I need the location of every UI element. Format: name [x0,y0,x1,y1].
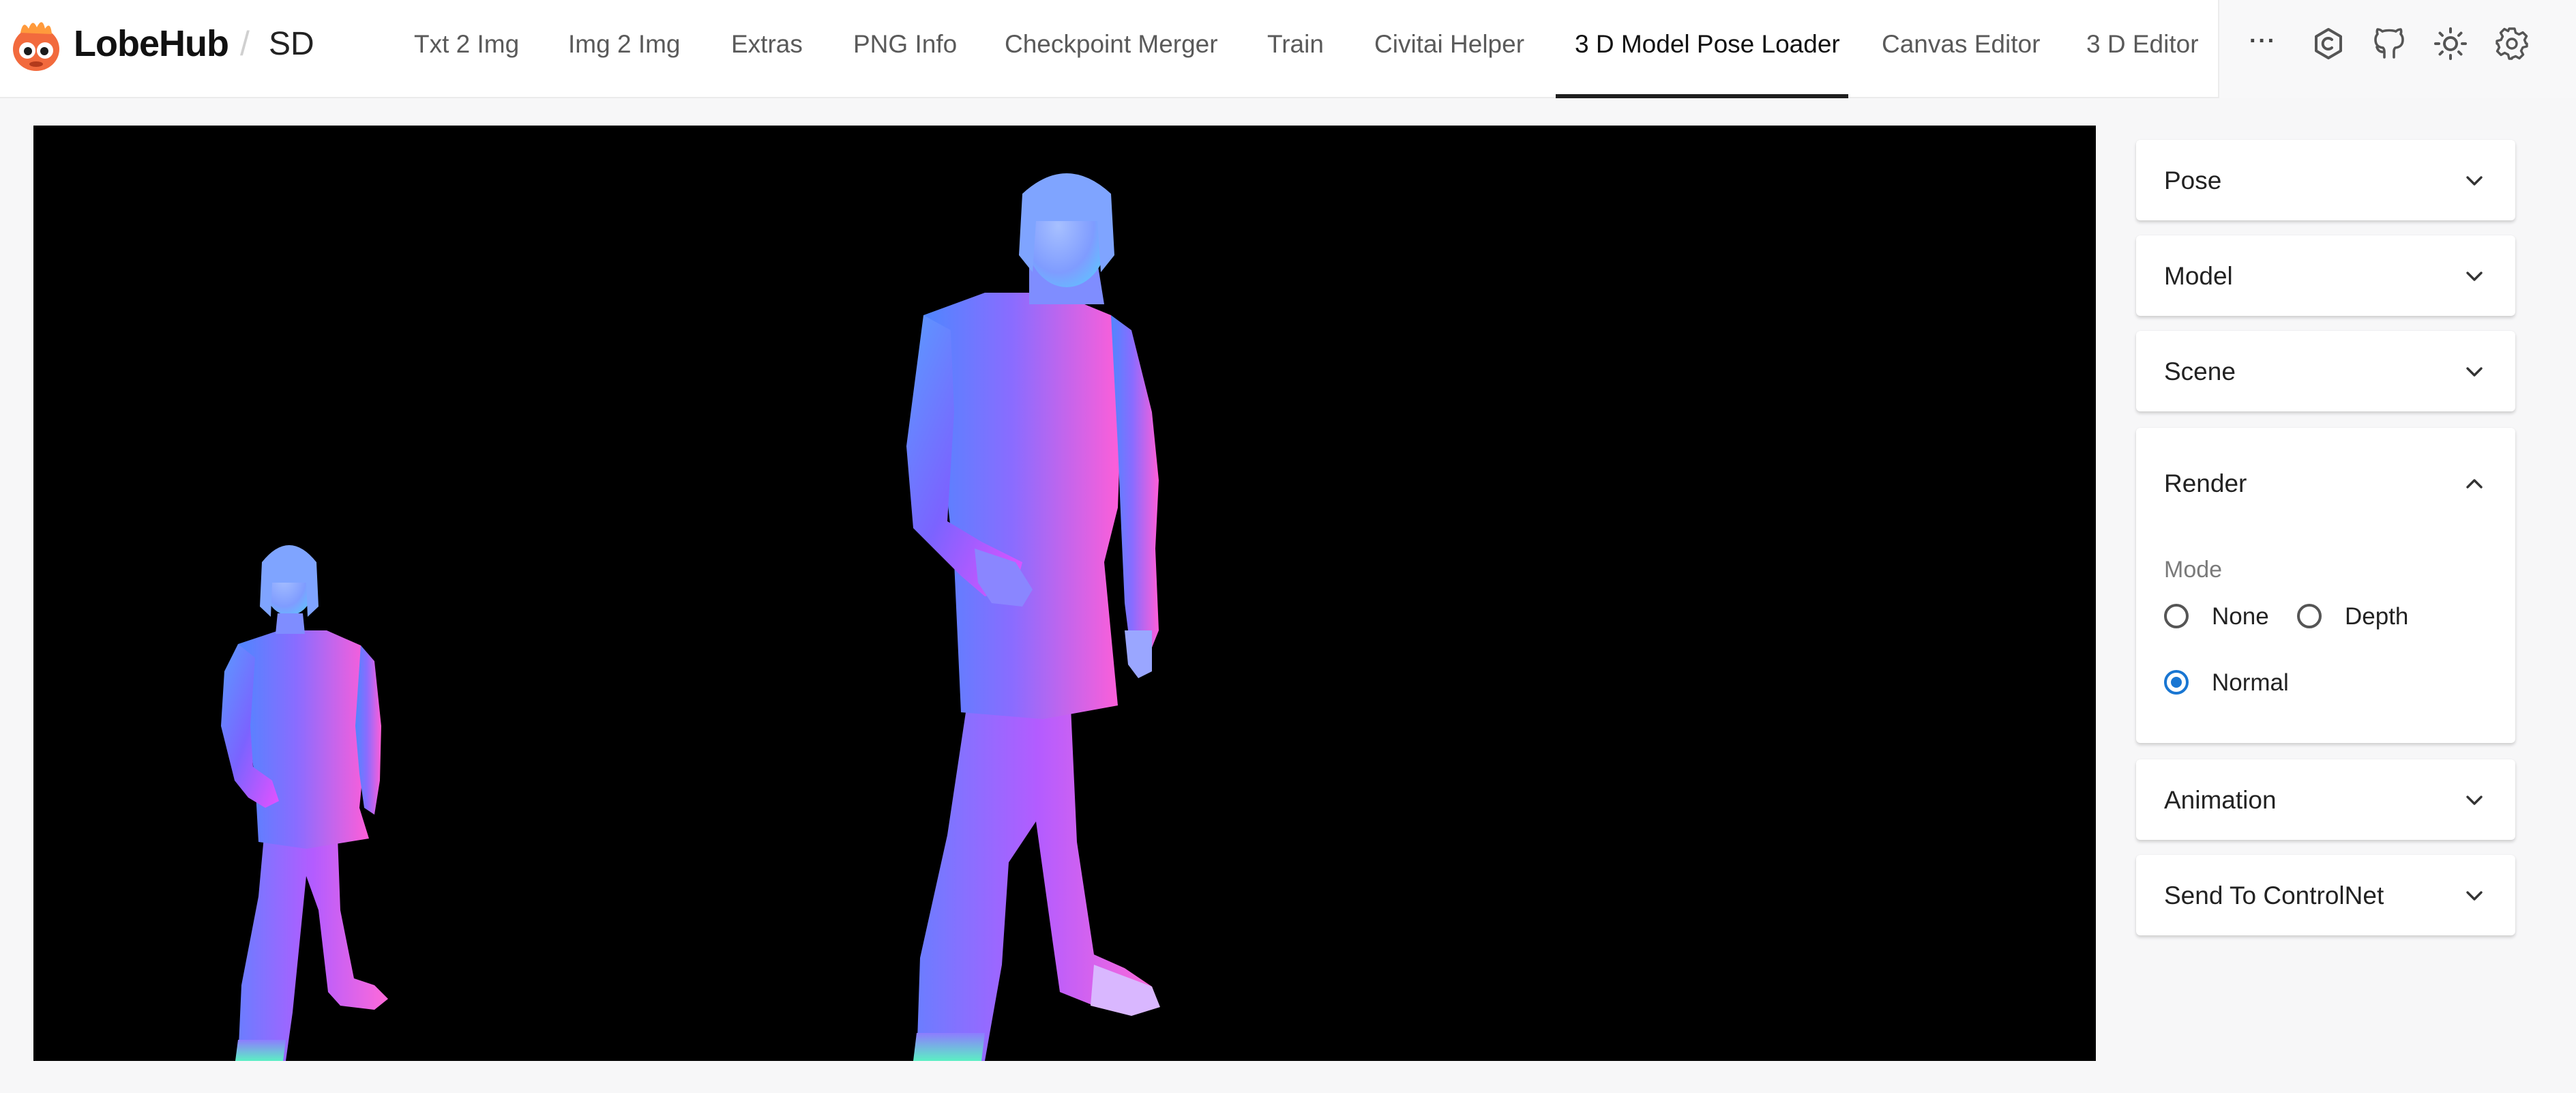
more-tabs-button[interactable]: ··· [2242,20,2283,61]
radio-mode-none[interactable]: None [2164,597,2287,638]
animation-panel: Animation [2136,759,2515,840]
tab-checkpoint-merger[interactable]: Checkpoint Merger [1005,0,1218,98]
radio-circle-checked[interactable] [2164,670,2189,695]
tab-canvas-editor[interactable]: Canvas Editor [1882,0,2040,98]
render-panel-title: Render [2164,469,2247,497]
scene-panel: Scene [2136,331,2515,411]
brand-subtitle: SD [269,26,314,62]
active-tab-indicator [1556,94,1848,98]
model-panel-title: Model [2164,262,2233,290]
scene-panel-title: Scene [2164,358,2236,385]
radio-label: Normal [2212,669,2289,696]
tab-civitai-helper[interactable]: Civitai Helper [1374,0,1524,98]
pose-panel: Pose [2136,140,2515,220]
send-to-controlnet-panel: Send To ControlNet [2136,855,2515,935]
settings-gear-icon[interactable] [2494,26,2530,61]
radio-circle[interactable] [2164,604,2189,628]
radio-label: None [2212,603,2269,630]
animation-panel-header[interactable]: Animation [2136,759,2515,841]
chevron-down-icon [2463,170,2485,192]
tab-png-info[interactable]: PNG Info [853,0,957,98]
radio-label: Depth [2345,603,2409,630]
tab-train[interactable]: Train [1267,0,1324,98]
chevron-down-icon [2463,265,2485,287]
openai-hexagon-icon[interactable] [2311,26,2346,61]
render-panel: Render Mode None Depth Normal [2136,428,2515,743]
top-bar: LobeHub / SD Txt 2 Img Img 2 Img Extras … [0,0,2576,98]
small-character-model[interactable] [221,545,388,1061]
chevron-down-icon [2463,885,2485,907]
animation-panel-title: Animation [2164,786,2277,814]
brand-separator: / [240,25,250,63]
tab-3d-model-pose-loader[interactable]: 3 D Model Pose Loader [1575,0,1840,98]
tab-txt2img[interactable]: Txt 2 Img [414,0,519,98]
brand-name[interactable]: LobeHub [74,19,229,68]
chevron-up-icon [2463,473,2485,495]
send-to-controlnet-title: Send To ControlNet [2164,881,2384,909]
model-panel-header[interactable]: Model [2136,235,2515,317]
radio-circle[interactable] [2297,604,2322,628]
radio-mode-normal[interactable]: Normal [2164,663,2314,704]
lobehub-logo-icon[interactable] [8,15,64,74]
send-to-controlnet-header[interactable]: Send To ControlNet [2136,855,2515,937]
render-panel-header[interactable]: Render [2136,443,2515,525]
chevron-down-icon [2463,789,2485,811]
pose-panel-title: Pose [2164,166,2222,194]
radio-mode-depth[interactable]: Depth [2297,597,2433,638]
tab-extras[interactable]: Extras [731,0,803,98]
3d-viewport-canvas[interactable] [33,126,2096,1061]
theme-sun-icon[interactable] [2433,26,2468,61]
scene-panel-header[interactable]: Scene [2136,331,2515,413]
github-icon[interactable] [2371,26,2407,61]
chevron-down-icon [2463,361,2485,383]
model-panel: Model [2136,235,2515,316]
tab-3d-editor[interactable]: 3 D Editor [2086,0,2199,98]
tab-img2img[interactable]: Img 2 Img [568,0,681,98]
large-character-model[interactable] [906,173,1160,1061]
pose-panel-header[interactable]: Pose [2136,140,2515,222]
render-mode-label: Mode [2164,557,2223,583]
